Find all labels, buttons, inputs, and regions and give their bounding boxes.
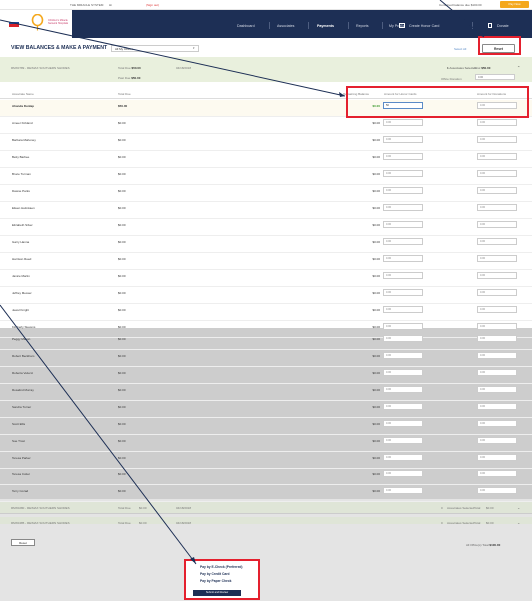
annotation-arrows [0, 0, 485, 565]
